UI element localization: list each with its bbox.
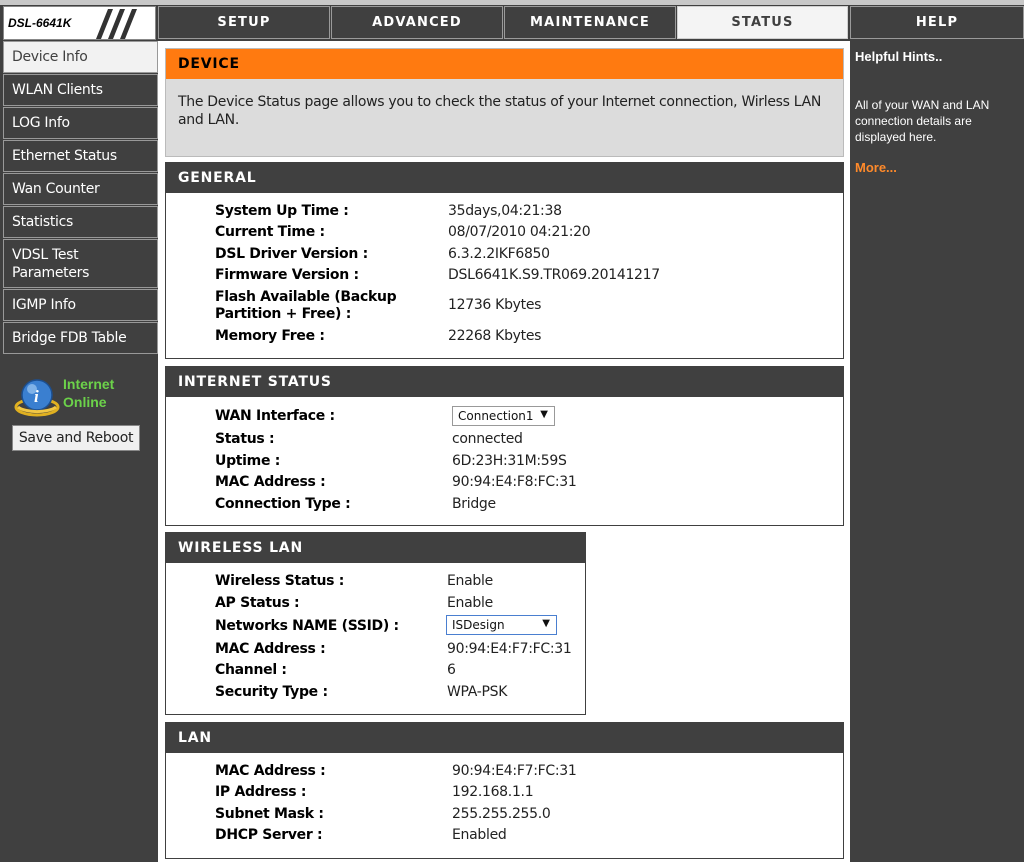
- dsl-driver-version-value: 6.3.2.2IKF6850: [448, 246, 550, 262]
- channel-label: Channel :: [215, 662, 287, 678]
- top-strip: [0, 0, 1024, 5]
- general-heading: GENERAL: [166, 163, 843, 193]
- ssid-label: Networks NAME (SSID) :: [215, 618, 399, 634]
- wan-interface-label: WAN Interface :: [215, 408, 335, 424]
- wireless-lan-heading: WIRELESS LAN: [166, 533, 585, 563]
- ip-address-label: IP Address :: [215, 784, 307, 800]
- lan-mac-address-value: 90:94:E4:F7:FC:31: [452, 763, 577, 779]
- uptime-label: Uptime :: [215, 453, 281, 469]
- tab-setup[interactable]: SETUP: [158, 6, 330, 39]
- dropdown-arrow-icon: ▼: [540, 409, 548, 420]
- subnet-mask-label: Subnet Mask :: [215, 806, 324, 822]
- connection-type-value: Bridge: [452, 496, 496, 512]
- device-heading: DEVICE: [166, 49, 843, 79]
- tab-maintenance[interactable]: MAINTENANCE: [504, 6, 676, 39]
- sidebar-item-wlan-clients[interactable]: WLAN Clients: [3, 74, 158, 106]
- lan-heading: LAN: [166, 723, 843, 753]
- dhcp-server-value: Enabled: [452, 827, 507, 843]
- device-section: DEVICE The Device Status page allows you…: [165, 48, 844, 157]
- memory-free-value: 22268 Kbytes: [448, 328, 542, 344]
- general-section: GENERAL System Up Time : 35days,04:21:38…: [165, 162, 844, 359]
- device-description: The Device Status page allows you to che…: [178, 94, 822, 128]
- wireless-status-value: Enable: [447, 573, 493, 589]
- security-type-value: WPA-PSK: [447, 684, 508, 700]
- wlan-mac-address-value: 90:94:E4:F7:FC:31: [447, 641, 572, 657]
- current-time-value: 08/07/2010 04:21:20: [448, 224, 591, 240]
- lan-section: LAN MAC Address : 90:94:E4:F7:FC:31 IP A…: [165, 722, 844, 859]
- subnet-mask-value: 255.255.255.0: [452, 806, 551, 822]
- sidebar-item-igmp-info[interactable]: IGMP Info: [3, 289, 158, 321]
- ssid-selected: ISDesign: [452, 618, 505, 632]
- dropdown-arrow-icon: ▼: [542, 618, 550, 629]
- sidebar-item-ethernet-status[interactable]: Ethernet Status: [3, 140, 158, 172]
- sidebar-item-statistics[interactable]: Statistics: [3, 206, 158, 238]
- sidebar-item-wan-counter[interactable]: Wan Counter: [3, 173, 158, 205]
- internet-status-heading: INTERNET STATUS: [166, 367, 843, 397]
- connection-type-label: Connection Type :: [215, 496, 351, 512]
- internet-online-label: Internet Online: [63, 376, 115, 410]
- wan-mac-address-value: 90:94:E4:F8:FC:31: [452, 474, 577, 490]
- wireless-lan-section: WIRELESS LAN Wireless Status : Enable AP…: [165, 532, 586, 715]
- save-and-reboot-button[interactable]: Save and Reboot: [12, 425, 140, 451]
- firmware-version-label: Firmware Version :: [215, 267, 359, 283]
- firmware-version-value: DSL6641K.S9.TR069.20141217: [448, 267, 660, 283]
- sidebar-item-log-info[interactable]: LOG Info: [3, 107, 158, 139]
- helpful-hints-title: Helpful Hints..: [855, 49, 943, 64]
- channel-value: 6: [447, 662, 456, 678]
- main-content: DEVICE The Device Status page allows you…: [158, 41, 850, 862]
- top-nav-tabs: SETUP ADVANCED MAINTENANCE STATUS HELP: [158, 6, 1024, 39]
- security-type-label: Security Type :: [215, 684, 328, 700]
- wan-interface-selected: Connection1: [458, 409, 534, 423]
- ip-address-value: 192.168.1.1: [452, 784, 534, 800]
- model-logo: DSL-6641K: [3, 6, 156, 40]
- sidebar-item-vdsl-test-parameters[interactable]: VDSL Test Parameters: [3, 239, 158, 288]
- flash-available-value: 12736 Kbytes: [448, 297, 542, 313]
- wireless-status-label: Wireless Status :: [215, 573, 345, 589]
- wan-interface-select[interactable]: Connection1 ▼: [452, 406, 555, 426]
- flash-available-label: Flash Available (Backup Partition + Free…: [215, 289, 397, 322]
- logo-stripes-icon: [96, 9, 137, 39]
- uptime-value: 6D:23H:31M:59S: [452, 453, 567, 469]
- ap-status-label: AP Status :: [215, 595, 300, 611]
- helpful-hints-text: All of your WAN and LAN connection detai…: [855, 98, 990, 144]
- tab-advanced[interactable]: ADVANCED: [331, 6, 503, 39]
- memory-free-label: Memory Free :: [215, 328, 325, 344]
- wan-mac-address-label: MAC Address :: [215, 474, 326, 490]
- internet-status-value: connected: [452, 431, 523, 447]
- ap-status-value: Enable: [447, 595, 493, 611]
- internet-status-section: INTERNET STATUS WAN Interface : Connecti…: [165, 366, 844, 526]
- internet-online-icon: i: [14, 379, 60, 417]
- wlan-mac-address-label: MAC Address :: [215, 641, 326, 657]
- tab-help[interactable]: HELP: [850, 6, 1024, 39]
- sidebar: Device Info WLAN Clients LOG Info Ethern…: [3, 41, 158, 355]
- ssid-select[interactable]: ISDesign ▼: [446, 615, 557, 635]
- model-name: DSL-6641K: [8, 16, 72, 30]
- internet-status-label: Status :: [215, 431, 275, 447]
- system-up-time-label: System Up Time :: [215, 203, 349, 219]
- lan-mac-address-label: MAC Address :: [215, 763, 326, 779]
- more-link[interactable]: More...: [855, 160, 897, 175]
- system-up-time-value: 35days,04:21:38: [448, 203, 562, 219]
- sidebar-item-bridge-fdb-table[interactable]: Bridge FDB Table: [3, 322, 158, 354]
- tab-status[interactable]: STATUS: [677, 6, 848, 39]
- sidebar-item-device-info[interactable]: Device Info: [3, 41, 158, 73]
- svg-text:i: i: [34, 387, 39, 406]
- internet-status-indicator: i Internet Online: [3, 371, 158, 431]
- current-time-label: Current Time :: [215, 224, 325, 240]
- dhcp-server-label: DHCP Server :: [215, 827, 323, 843]
- dsl-driver-version-label: DSL Driver Version :: [215, 246, 368, 262]
